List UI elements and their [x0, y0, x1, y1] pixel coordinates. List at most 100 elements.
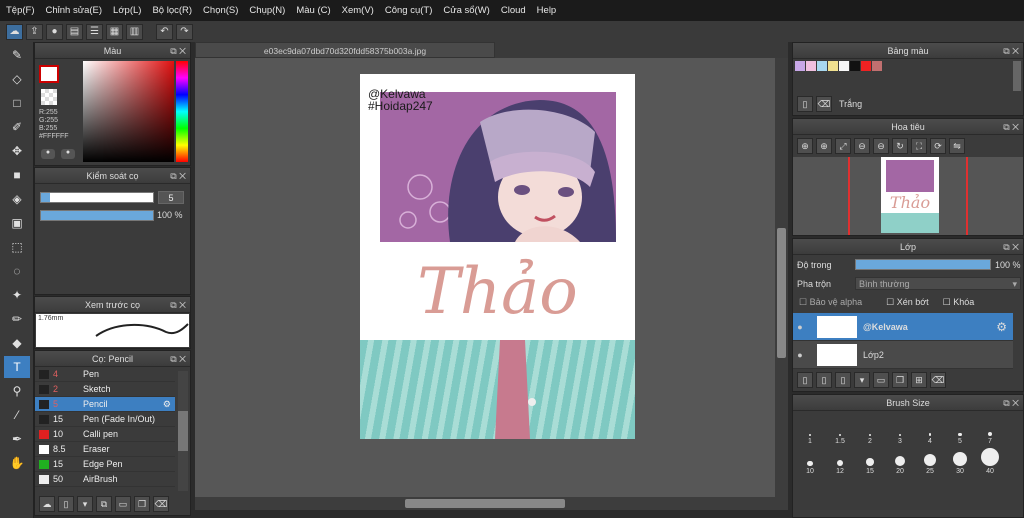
sv-picker[interactable]: [83, 61, 174, 162]
brush-list-item[interactable]: 8.5 Eraser: [35, 442, 175, 457]
gear-icon[interactable]: ⚙: [163, 399, 171, 410]
flip-icon[interactable]: ⇋: [949, 138, 965, 154]
brush-list-item[interactable]: 2 Sketch: [35, 382, 175, 397]
gear-icon[interactable]: ⚙: [996, 320, 1007, 334]
menu-item[interactable]: Lớp(L): [113, 5, 141, 16]
new-brush-icon[interactable]: ▯: [58, 496, 74, 512]
menu-item[interactable]: Chọn(S): [203, 5, 238, 16]
brush-opacity-slider[interactable]: [40, 210, 154, 221]
pipette-icon[interactable]: ✒: [4, 428, 30, 450]
foreground-color[interactable]: [39, 65, 59, 83]
share-icon[interactable]: ⇪: [26, 23, 43, 40]
menu-item[interactable]: Chụp(N): [249, 5, 285, 16]
rotate-reset-icon[interactable]: ⟳: [930, 138, 946, 154]
panel-controls-icon[interactable]: ⧉ ✕: [170, 168, 186, 184]
new-layer-icon[interactable]: ▯: [797, 372, 813, 388]
blend-select[interactable]: Bình thường ▾: [855, 277, 1021, 290]
brush-size-option[interactable]: 5: [945, 415, 975, 445]
eraser-tool-icon[interactable]: ◇: [4, 68, 30, 90]
text-tool-icon[interactable]: T: [4, 356, 30, 378]
canvas-horizontal-scrollbar[interactable]: [195, 497, 775, 510]
palette-swatch[interactable]: [839, 61, 849, 71]
zoom-out-icon[interactable]: ⊖: [854, 138, 870, 154]
panel-controls-icon[interactable]: ⧉ ✕: [170, 351, 186, 367]
duplicate-icon[interactable]: ❐: [134, 496, 150, 512]
merge-layer-icon[interactable]: ⊞: [911, 372, 927, 388]
magic-wand-icon[interactable]: ✦: [4, 284, 30, 306]
palette-swatch[interactable]: [795, 61, 805, 71]
eye-icon[interactable]: ●: [793, 322, 807, 332]
zoom-out2-icon[interactable]: ⊖: [873, 138, 889, 154]
rect-tool-icon[interactable]: □: [4, 92, 30, 114]
panel-controls-icon[interactable]: ⧉ ✕: [170, 297, 186, 313]
protect-alpha-checkbox[interactable]: ☐ Bảo vệ alpha: [799, 297, 862, 308]
fill-rect-icon[interactable]: ■: [4, 164, 30, 186]
brush-list-item[interactable]: 4 Pen: [35, 367, 175, 382]
menu-item[interactable]: Xem(V): [342, 5, 374, 16]
brush-size-option[interactable]: 12: [825, 445, 855, 475]
layer-row[interactable]: ● @Kelvawa ⚙: [793, 313, 1013, 341]
duplicate-layer-icon[interactable]: ❐: [892, 372, 908, 388]
comment-icon[interactable]: ●: [46, 23, 63, 40]
lasso-brush-icon[interactable]: ✐: [4, 116, 30, 138]
brush-list-item[interactable]: 50 AirBrush: [35, 472, 175, 487]
lock-checkbox[interactable]: ☐ Khóa: [943, 297, 975, 308]
document-tab[interactable]: e03ec9da07dbd70d320fdd58375b003a.jpg: [195, 42, 495, 58]
eyedropper-icon[interactable]: ⁄: [4, 404, 30, 426]
palette-scrollbar[interactable]: [1013, 61, 1021, 91]
palette-swatch[interactable]: [850, 61, 860, 71]
brush-list-item[interactable]: 15 Pen (Fade In/Out): [35, 412, 175, 427]
color-wheel-button[interactable]: ●: [41, 149, 55, 159]
menu-item[interactable]: Tệp(F): [6, 5, 35, 16]
zoom-in-icon[interactable]: ⊕: [797, 138, 813, 154]
layout-icon[interactable]: ▥: [126, 23, 143, 40]
navigator-preview[interactable]: Thảo: [793, 157, 1023, 235]
brush-size-option[interactable]: 1.5: [825, 415, 855, 445]
list-icon[interactable]: ☰: [86, 23, 103, 40]
menu-item[interactable]: Help: [537, 5, 557, 16]
trash-icon[interactable]: ⌫: [153, 496, 169, 512]
menu-item[interactable]: Cửa sổ(W): [443, 5, 489, 16]
brush-size-option[interactable]: 4: [915, 415, 945, 445]
eye-icon[interactable]: ●: [793, 350, 807, 360]
canvas-vertical-scrollbar[interactable]: [775, 58, 788, 510]
palette-swatch[interactable]: [817, 61, 827, 71]
panel-controls-icon[interactable]: ⧉ ✕: [1003, 43, 1019, 59]
zoom-in2-icon[interactable]: ⊕: [816, 138, 832, 154]
rotate-icon[interactable]: ↻: [892, 138, 908, 154]
gradient-icon[interactable]: ▣: [4, 212, 30, 234]
fit-window-icon[interactable]: ⛶: [911, 138, 927, 154]
palette-swatch[interactable]: [828, 61, 838, 71]
brush-size-option[interactable]: 40: [975, 445, 1005, 475]
panel-controls-icon[interactable]: ⧉ ✕: [1003, 119, 1019, 135]
select-eraser-icon[interactable]: ◆: [4, 332, 30, 354]
brush-size-option[interactable]: 1: [795, 415, 825, 445]
brush-size-option[interactable]: 7: [975, 415, 1005, 445]
bucket-icon[interactable]: ◈: [4, 188, 30, 210]
select-pen-icon[interactable]: ✏: [4, 308, 30, 330]
brush-size-value[interactable]: 5: [158, 191, 184, 204]
delete-layer-icon[interactable]: ⌫: [930, 372, 946, 388]
select-rect-icon[interactable]: ⬚: [4, 236, 30, 258]
brush-size-option[interactable]: 15: [855, 445, 885, 475]
menu-item[interactable]: Công cụ(T): [385, 5, 433, 16]
menu-item[interactable]: Màu (C): [296, 5, 330, 16]
menu-item[interactable]: Chỉnh sửa(E): [46, 5, 103, 16]
menu-item[interactable]: Bộ lọc(R): [152, 5, 192, 16]
cloud-brush-icon[interactable]: ☁: [39, 496, 55, 512]
color-palette-button[interactable]: ●: [61, 149, 75, 159]
hue-slider[interactable]: [176, 61, 188, 162]
palette-swatch[interactable]: [861, 61, 871, 71]
brush-size-option[interactable]: 25: [915, 445, 945, 475]
panel-controls-icon[interactable]: ⧉ ✕: [1003, 395, 1019, 411]
layer-opacity-slider[interactable]: [855, 259, 991, 270]
brush-list-item[interactable]: 15 Edge Pen: [35, 457, 175, 472]
new-layer3-icon[interactable]: ▯: [835, 372, 851, 388]
note-icon[interactable]: ▤: [66, 23, 83, 40]
lasso-icon[interactable]: ◌: [4, 260, 30, 282]
move-tool-icon[interactable]: ✥: [4, 140, 30, 162]
brush-copy-icon[interactable]: ⧉: [96, 496, 112, 512]
new-layer2-icon[interactable]: ▯: [816, 372, 832, 388]
undo-icon[interactable]: ↶: [156, 23, 173, 40]
delete-swatch-icon[interactable]: ⌫: [816, 96, 832, 112]
